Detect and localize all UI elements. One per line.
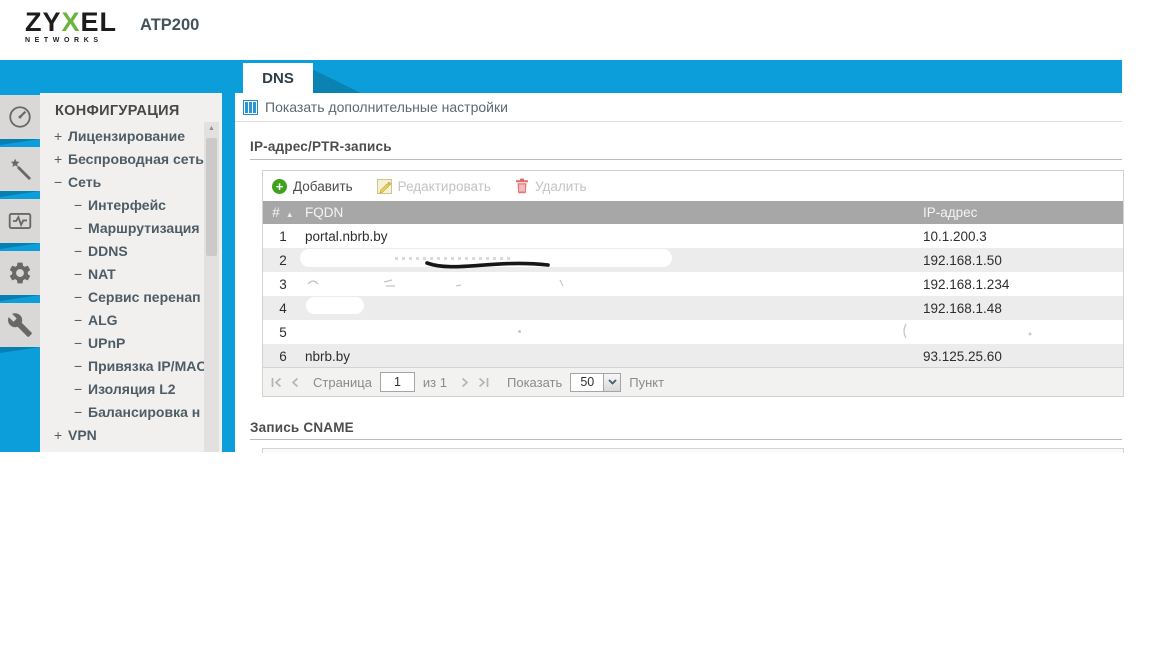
show-label: Показать bbox=[507, 374, 563, 390]
left-icon-rail bbox=[0, 93, 40, 452]
edit-button[interactable]: Редактировать bbox=[376, 178, 491, 194]
ptr-table-header: # FQDN IP-адрес bbox=[263, 201, 1123, 224]
table-row[interactable]: 3 192.168.1.234 bbox=[263, 272, 1123, 296]
tab-dns[interactable]: DNS bbox=[243, 63, 313, 93]
sidebar-item-ip-mac-binding[interactable]: − Привязка IP/MAC bbox=[74, 355, 206, 378]
unit-label: Пункт bbox=[629, 374, 665, 390]
brand-networks-label: NETWORKS bbox=[25, 37, 103, 44]
pagination-bar: Страница из 1 Показать 50 Пункт bbox=[263, 367, 1123, 396]
column-header-ip[interactable]: IP-адрес bbox=[923, 205, 1123, 220]
sidebar-item-routing[interactable]: − Маршрутизация bbox=[74, 217, 206, 240]
sidebar-item-service-redirect[interactable]: − Сервис перенап bbox=[74, 286, 206, 309]
sidebar-item-upnp[interactable]: − UPnP bbox=[74, 332, 206, 355]
sidebar-item-vpn[interactable]: + VPN bbox=[54, 424, 206, 447]
column-header-fqdn[interactable]: FQDN bbox=[303, 205, 923, 220]
zyxel-dns-page: ZYXEL NETWORKS ATP200 DNS КОНФИГУРАЦИЯ +… bbox=[0, 0, 1152, 648]
sidebar-menu: + Лицензирование + Беспроводная сеть − Сеть… bbox=[54, 125, 206, 447]
show-advanced-settings-link[interactable]: Показать дополнительные настройки bbox=[243, 99, 508, 115]
table-row[interactable]: 6 nbrb.by 93.125.25.60 bbox=[263, 344, 1123, 368]
ptr-toolbar: + Добавить Редактировать Удалить bbox=[263, 171, 1123, 201]
first-page-icon[interactable] bbox=[271, 377, 282, 388]
top-nav-band bbox=[0, 60, 1122, 93]
sidebar-item-licensing[interactable]: + Лицензирование bbox=[54, 125, 206, 148]
prev-page-icon[interactable] bbox=[290, 377, 301, 388]
page-size-value: 50 bbox=[570, 372, 605, 392]
sidebar-item-nat[interactable]: − NAT bbox=[74, 263, 206, 286]
configuration-gear-icon[interactable] bbox=[0, 251, 40, 295]
content-divider bbox=[235, 121, 1122, 122]
sidebar-item-network[interactable]: − Сеть bbox=[54, 171, 206, 194]
ptr-section-title: IP-адрес/PTR-запись bbox=[250, 139, 392, 154]
page-of-label: из 1 bbox=[422, 374, 447, 390]
sidebar-title: КОНФИГУРАЦИЯ bbox=[55, 103, 180, 119]
table-columns-icon bbox=[243, 99, 258, 115]
sidebar-item-l2-isolation[interactable]: − Изоляция L2 bbox=[74, 378, 206, 401]
edit-pencil-icon bbox=[376, 178, 392, 194]
configuration-sidebar: КОНФИГУРАЦИЯ + Лицензирование + Беспроводн… bbox=[40, 93, 222, 452]
trash-icon bbox=[515, 178, 528, 194]
setup-wizard-icon[interactable] bbox=[0, 147, 40, 191]
sidebar-right-strip bbox=[222, 93, 235, 452]
zyxel-logo: ZYXEL NETWORKS bbox=[25, 7, 118, 45]
ptr-section-underline bbox=[250, 159, 1122, 160]
sidebar-item-wireless[interactable]: + Беспроводная сеть bbox=[54, 148, 206, 171]
maintenance-tools-icon[interactable] bbox=[0, 303, 40, 347]
add-button[interactable]: + Добавить bbox=[272, 178, 353, 194]
sidebar-item-load-balancing[interactable]: − Балансировка н bbox=[74, 401, 206, 424]
delete-button[interactable]: Удалить bbox=[515, 178, 586, 194]
sidebar-item-alg[interactable]: − ALG bbox=[74, 309, 206, 332]
scroll-up-icon[interactable]: ▲ bbox=[204, 122, 219, 136]
sidebar-item-ddns[interactable]: − DDNS bbox=[74, 240, 206, 263]
monitoring-icon[interactable] bbox=[0, 199, 40, 243]
column-header-num[interactable]: # bbox=[263, 205, 303, 220]
sidebar-scrollbar[interactable]: ▲ bbox=[204, 122, 219, 452]
chevron-down-icon bbox=[604, 372, 622, 392]
page-size-select[interactable]: 50 bbox=[570, 372, 622, 392]
cname-section-underline bbox=[250, 439, 1122, 440]
brand-wordmark: ZYXEL bbox=[25, 7, 118, 37]
table-row[interactable]: 5 bbox=[263, 320, 1123, 344]
sidebar-item-interface[interactable]: − Интерфейс bbox=[74, 194, 206, 217]
add-plus-icon: + bbox=[272, 178, 287, 194]
table-row[interactable]: 1 portal.nbrb.by 10.1.200.3 bbox=[263, 224, 1123, 248]
page-number-input[interactable] bbox=[379, 372, 415, 392]
table-row[interactable]: 2 192.168.1.50 bbox=[263, 248, 1123, 272]
table-row[interactable]: 4 192.168.1.48 bbox=[263, 296, 1123, 320]
dashboard-gauge-icon[interactable] bbox=[0, 95, 40, 139]
cname-section-title: Запись CNAME bbox=[250, 420, 354, 435]
ptr-table-panel: + Добавить Редактировать Удалить # ▲ FQD… bbox=[262, 170, 1124, 397]
scrollbar-thumb[interactable] bbox=[206, 138, 217, 256]
page-label: Страница bbox=[313, 374, 372, 390]
next-page-icon[interactable] bbox=[459, 377, 470, 388]
cname-table-panel bbox=[262, 448, 1124, 453]
device-model-label: ATP200 bbox=[140, 16, 200, 34]
show-advanced-settings-label: Показать дополнительные настройки bbox=[265, 99, 508, 115]
last-page-icon[interactable] bbox=[478, 377, 489, 388]
